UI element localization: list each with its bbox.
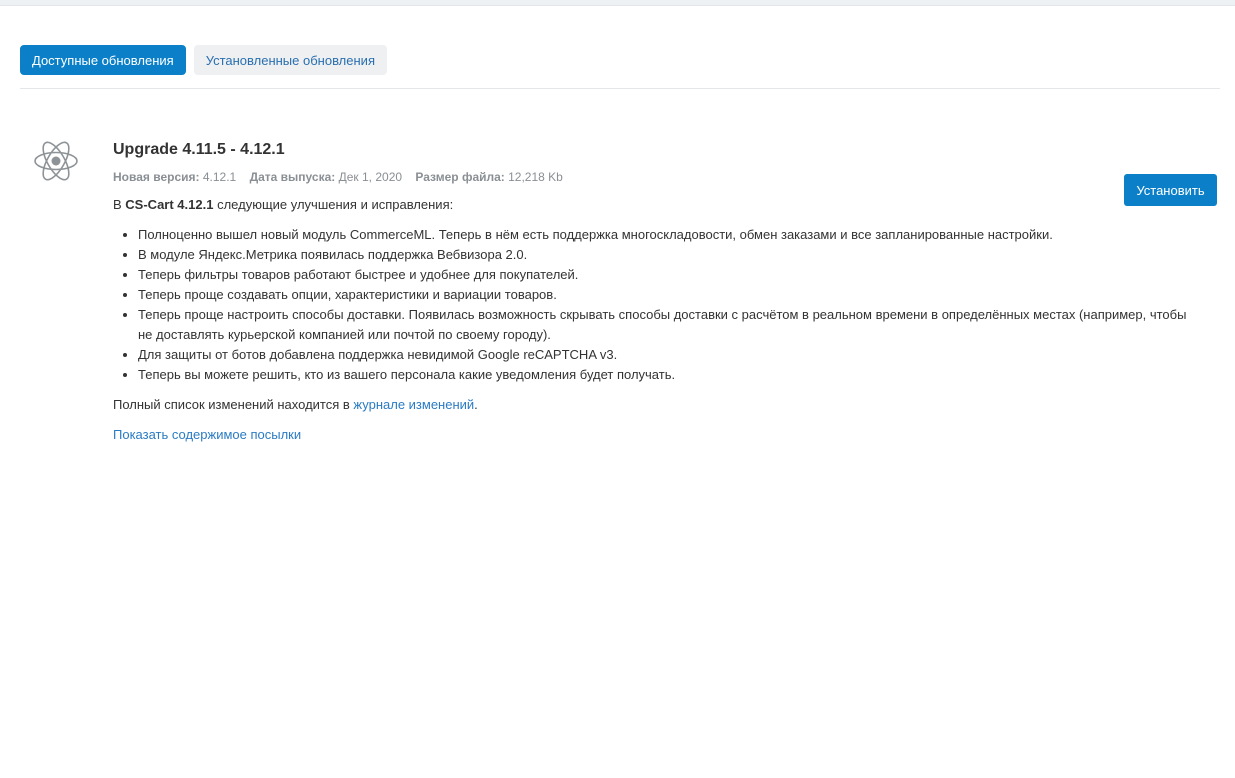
full-list-prefix: Полный список изменений находится в — [113, 397, 350, 412]
list-item: Теперь вы можете решить, кто из вашего п… — [138, 365, 1203, 385]
release-date-value: Дек 1, 2020 — [338, 170, 403, 184]
full-list-suffix: . — [474, 397, 478, 412]
release-date: Дата выпуска: Дек 1, 2020 — [250, 170, 402, 184]
tabs-divider — [20, 88, 1220, 89]
tab-available-updates[interactable]: Доступные обновления — [20, 45, 186, 75]
changes-intro: В CS-Cart 4.12.1 следующие улучшения и и… — [113, 197, 1203, 213]
show-package-contents-link[interactable]: Показать содержимое посылки — [113, 427, 301, 442]
changes-list: Полноценно вышел новый модуль CommerceML… — [113, 225, 1203, 385]
full-changelog-note: Полный список изменений находится в журн… — [113, 395, 1203, 415]
atom-icon — [33, 138, 79, 184]
new-version: Новая версия: 4.12.1 — [113, 170, 236, 184]
list-item: Теперь проще настроить способы доставки.… — [138, 305, 1203, 345]
install-button[interactable]: Установить — [1124, 174, 1217, 206]
tab-installed-updates[interactable]: Установленные обновления — [193, 45, 387, 75]
new-version-label: Новая версия: — [113, 170, 200, 184]
list-item: Теперь проще создавать опции, характерис… — [138, 285, 1203, 305]
file-size-value: 12,218 Kb — [508, 170, 563, 184]
file-size-label: Размер файла: — [415, 170, 505, 184]
list-item: Теперь фильтры товаров работают быстрее … — [138, 265, 1203, 285]
intro-prefix: В — [113, 197, 122, 212]
list-item: Для защиты от ботов добавлена поддержка … — [138, 345, 1203, 365]
release-date-label: Дата выпуска: — [249, 170, 336, 184]
package-title: Upgrade 4.11.5 - 4.12.1 — [113, 141, 285, 158]
file-size: Размер файла: 12,218 Kb — [415, 170, 562, 184]
intro-product: CS-Cart 4.12.1 — [125, 197, 214, 212]
top-bar-strip — [0, 0, 1235, 6]
package-meta: Новая версия: 4.12.1 Дата выпуска: Дек 1… — [113, 169, 1203, 185]
intro-suffix: следующие улучшения и исправления: — [217, 197, 454, 212]
changelog-link[interactable]: журнале изменений — [353, 397, 474, 412]
list-item: В модуле Яндекс.Метрика появилась поддер… — [138, 245, 1203, 265]
show-contents-row: Показать содержимое посылки — [113, 425, 1203, 445]
updates-tabs: Доступные обновления Установленные обнов… — [20, 45, 387, 75]
new-version-value: 4.12.1 — [202, 170, 237, 184]
list-item: Полноценно вышел новый модуль CommerceML… — [138, 225, 1203, 245]
update-package: Upgrade 4.11.5 - 4.12.1 Новая версия: 4.… — [113, 140, 1203, 445]
